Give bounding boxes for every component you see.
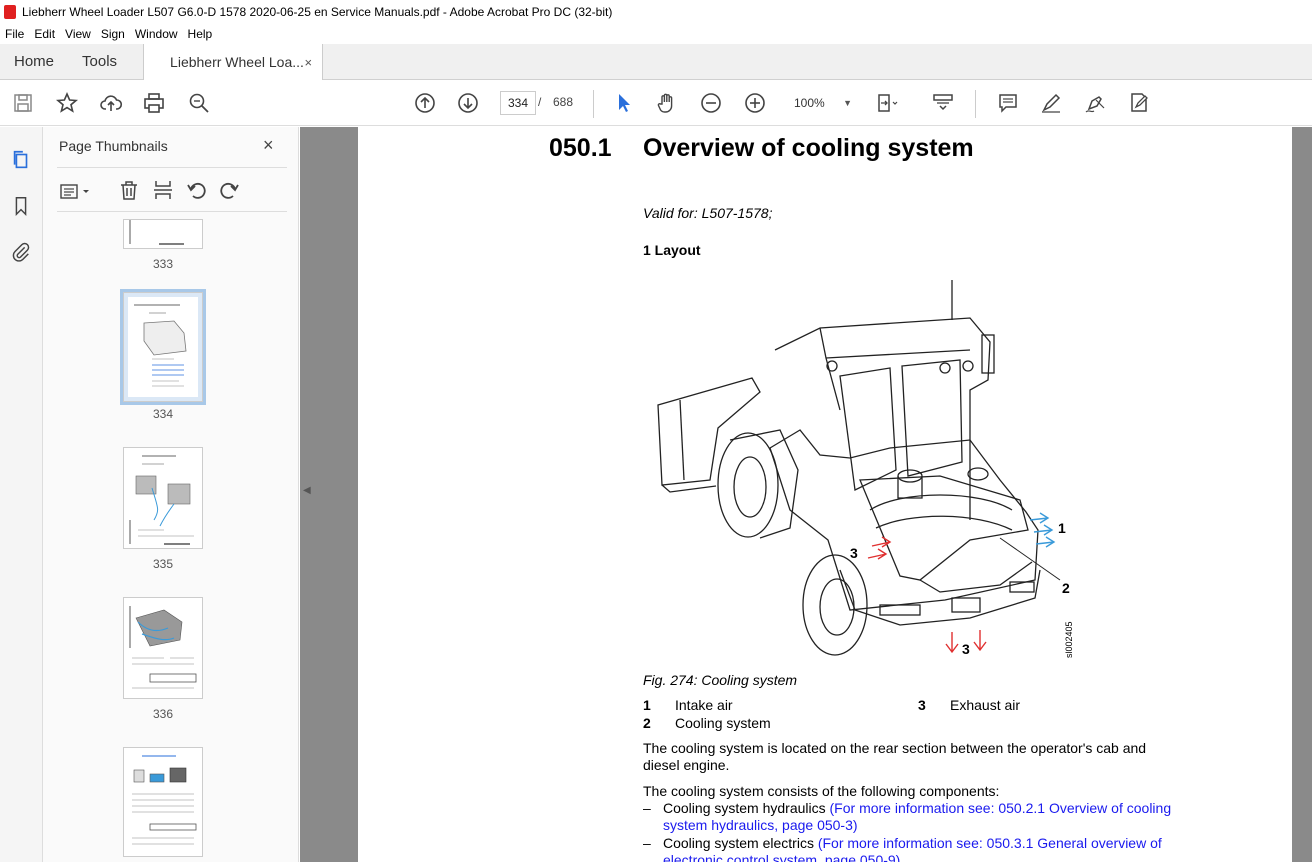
valid-for-text: Valid for: L507-1578;	[643, 205, 773, 221]
thumbnail-label: 335	[152, 557, 174, 571]
highlight-pen-icon[interactable]	[1038, 90, 1064, 116]
bookmark-star-icon[interactable]	[54, 90, 80, 116]
paragraph: The cooling system is located on the rea…	[643, 740, 1147, 773]
previous-page-icon[interactable]	[412, 90, 438, 116]
zoom-select[interactable]: 100% ▼	[786, 91, 858, 115]
tab-close-icon[interactable]: ×	[304, 55, 312, 70]
divider	[57, 167, 287, 168]
tab-document-label: Liebherr Wheel Loa...	[170, 54, 304, 70]
bookmarks-icon[interactable]	[8, 193, 34, 219]
sign-pen-icon[interactable]	[1082, 90, 1108, 116]
toolbar-divider	[975, 90, 976, 118]
tab-bar: Home Tools Liebherr Wheel Loa... ×	[0, 44, 1312, 80]
select-cursor-icon[interactable]	[610, 90, 636, 116]
thumbnail-label: 334	[152, 407, 174, 421]
callout-3-side: 3	[850, 545, 858, 561]
legend-number: 1	[643, 697, 651, 713]
window-title: Liebherr Wheel Loader L507 G6.0-D 1578 2…	[22, 5, 613, 19]
paragraph: The cooling system consists of the follo…	[643, 783, 1000, 799]
menu-bar: File Edit View Sign Window Help	[0, 24, 1312, 44]
thumbnail-label: 336	[152, 707, 174, 721]
thumbnails-toolbar	[57, 177, 287, 207]
callout-2: 2	[1062, 580, 1070, 596]
rotate-right-icon[interactable]	[217, 178, 241, 205]
delete-trash-icon[interactable]	[117, 178, 141, 205]
page-thumbnails-icon[interactable]	[8, 147, 34, 173]
thumbnail-page[interactable]	[123, 597, 203, 699]
tab-document[interactable]: Liebherr Wheel Loa... ×	[143, 44, 324, 80]
attachments-paperclip-icon[interactable]	[8, 239, 34, 265]
legend-item: 1 Intake air	[643, 697, 733, 713]
document-scrollbar[interactable]	[1294, 127, 1312, 862]
page-fit-icon[interactable]	[874, 90, 900, 116]
legend-label: Intake air	[675, 697, 733, 713]
extract-pages-icon[interactable]	[151, 178, 175, 205]
menu-help[interactable]: Help	[183, 27, 218, 41]
thumbnail-page[interactable]	[123, 747, 203, 857]
page-thumbnails-panel: Page Thumbnails × 333 334 335 336	[43, 127, 335, 862]
menu-window[interactable]: Window	[130, 27, 183, 41]
zoom-search-icon[interactable]	[186, 90, 212, 116]
legend-item: 2 Cooling system	[643, 715, 771, 731]
acrobat-app-icon	[4, 5, 16, 19]
close-icon[interactable]: ×	[263, 135, 274, 156]
save-icon[interactable]	[10, 90, 36, 116]
tab-tools[interactable]: Tools	[68, 44, 131, 79]
legend-number: 3	[918, 697, 926, 713]
layout-heading: 1 Layout	[643, 242, 701, 258]
callout-1: 1	[1058, 520, 1066, 536]
bullet-dash: –	[643, 835, 651, 851]
section-number: 050.1	[549, 134, 612, 162]
chevron-down-icon: ▼	[843, 98, 852, 108]
tab-home[interactable]: Home	[0, 44, 68, 79]
bullet-text: Cooling system hydraulics	[663, 800, 830, 816]
next-page-icon[interactable]	[455, 90, 481, 116]
toolbar-divider	[593, 90, 594, 118]
scroll-mode-icon[interactable]	[930, 90, 956, 116]
panel-title: Page Thumbnails	[59, 138, 168, 154]
legend-number: 2	[643, 715, 651, 731]
upload-cloud-icon[interactable]	[98, 90, 124, 116]
page-separator: /	[538, 95, 542, 109]
legend-label: Exhaust air	[950, 697, 1021, 713]
divider	[57, 211, 287, 212]
menu-file[interactable]: File	[0, 27, 29, 41]
left-navigation-rail	[0, 127, 43, 862]
page-number-input[interactable]: 334	[500, 91, 536, 115]
zoom-in-icon[interactable]	[742, 90, 768, 116]
thumbnail-page-selected[interactable]	[120, 289, 206, 405]
cooling-system-figure: 1 2 3 3 sl002405	[657, 280, 1074, 658]
bullet-item: – Cooling system hydraulics (For more inf…	[643, 800, 1173, 834]
thumbnail-list: 333 334 335 336	[57, 219, 279, 859]
page-total: 688	[553, 95, 574, 109]
menu-sign[interactable]: Sign	[96, 27, 130, 41]
hand-tool-icon[interactable]	[654, 90, 680, 116]
legend-label: Cooling system	[675, 715, 771, 731]
main-toolbar	[0, 80, 1312, 126]
thumbnail-label: 333	[152, 257, 174, 271]
legend-item: 3 Exhaust air	[918, 697, 1020, 713]
bullet-item: – Cooling system electrics (For more info…	[643, 835, 1173, 862]
bullet-dash: –	[643, 800, 651, 816]
figure-code: sl002405	[1064, 621, 1074, 658]
edit-form-icon[interactable]	[1126, 90, 1152, 116]
zoom-value: 100%	[794, 96, 825, 110]
bullet-text: Cooling system electrics	[663, 835, 818, 851]
comment-icon[interactable]	[995, 90, 1021, 116]
thumbnail-page[interactable]	[123, 219, 203, 249]
rotate-left-icon[interactable]	[185, 178, 209, 205]
print-icon[interactable]	[141, 90, 167, 116]
section-title: Overview of cooling system	[643, 134, 974, 162]
collapse-panel-icon[interactable]: ◀	[303, 485, 317, 505]
menu-edit[interactable]: Edit	[29, 27, 60, 41]
figure-caption: Fig. 274: Cooling system	[643, 672, 798, 688]
title-bar: Liebherr Wheel Loader L507 G6.0-D 1578 2…	[0, 0, 1312, 24]
thumbnail-page[interactable]	[123, 447, 203, 549]
callout-3-bottom: 3	[962, 641, 970, 657]
zoom-out-icon[interactable]	[698, 90, 724, 116]
options-menu-icon[interactable]	[59, 180, 93, 207]
menu-view[interactable]: View	[60, 27, 96, 41]
